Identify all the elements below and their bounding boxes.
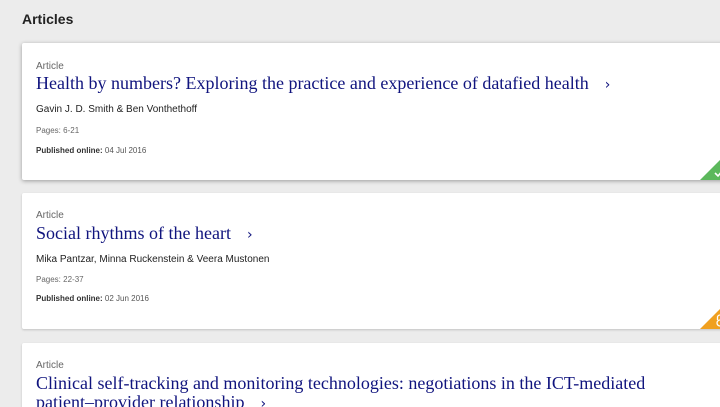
article-pages: Pages: 6-21: [36, 126, 80, 135]
section-title: Articles: [22, 11, 74, 27]
article-pages: Pages: 22-37: [36, 275, 84, 284]
article-authors: Gavin J. D. Smith & Ben Vonthethoff: [36, 104, 198, 115]
article-published: Published online: 02 Jun 2016: [36, 294, 149, 303]
published-date: 04 Jul 2016: [104, 146, 147, 155]
check-icon: [700, 160, 720, 180]
article-card: Article Clinical self-tracking and monit…: [22, 343, 720, 407]
article-title-link[interactable]: Social rhythms of the heart ›: [36, 224, 676, 245]
article-title-link[interactable]: Clinical self-tracking and monitoring te…: [36, 374, 676, 407]
article-authors: Mika Pantzar, Minna Ruckenstein & Veera …: [36, 254, 270, 265]
chevron-right-icon: ›: [246, 227, 253, 243]
article-card: Article Health by numbers? Exploring the…: [22, 43, 720, 180]
article-title-text: Health by numbers? Exploring the practic…: [36, 73, 589, 93]
open-access-icon: [700, 309, 720, 329]
access-badge: [700, 303, 720, 329]
article-published: Published online: 04 Jul 2016: [36, 146, 146, 155]
chevron-right-icon: ›: [604, 77, 611, 93]
access-badge: [700, 154, 720, 180]
article-title-text: Clinical self-tracking and monitoring te…: [36, 373, 646, 407]
articles-page: Articles Article Health by numbers? Expl…: [0, 0, 720, 407]
article-title-link[interactable]: Health by numbers? Exploring the practic…: [36, 74, 676, 95]
published-date: 02 Jun 2016: [104, 294, 149, 303]
article-type: Article: [36, 360, 64, 371]
article-title-text: Social rhythms of the heart: [36, 223, 231, 243]
article-type: Article: [36, 210, 64, 221]
published-label: Published online:: [36, 294, 103, 303]
chevron-right-icon: ›: [260, 396, 267, 407]
article-type: Article: [36, 61, 64, 72]
article-card: Article Social rhythms of the heart › Mik…: [22, 193, 720, 329]
published-label: Published online:: [36, 146, 103, 155]
